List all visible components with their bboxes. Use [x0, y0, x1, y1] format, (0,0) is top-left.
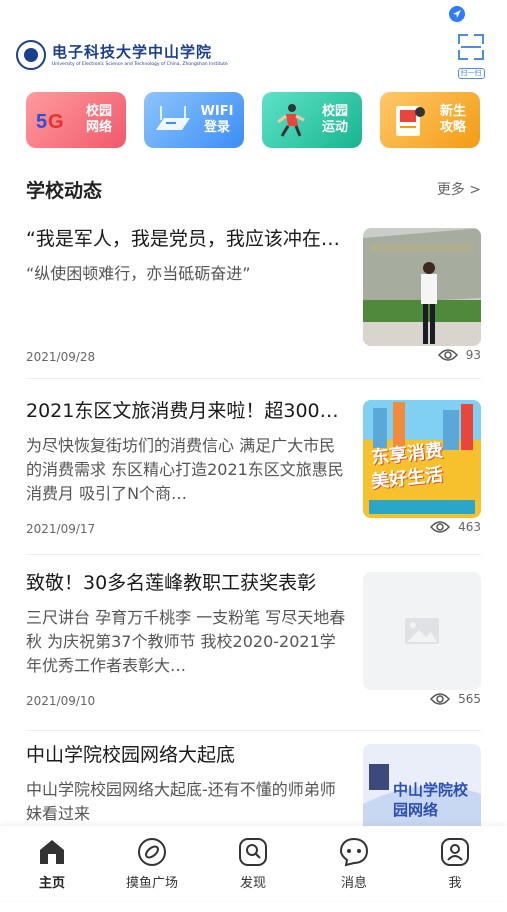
quick-link-label: 新生攻略 [439, 104, 466, 135]
scan-label: 扫一扫 [457, 68, 485, 79]
news-summary: 为尽快恢复街坊们的消费信心 满足广大市民的消费需求 东区精心打造2021东区文旅… [26, 436, 344, 503]
tab-label: 消息 [340, 876, 367, 891]
plaza-icon [138, 838, 166, 866]
news-item[interactable]: “我是军人，我是党员，我应该冲在前面” “纵使困顿难行，亦当砥砺奋进” 2021… [26, 226, 481, 396]
5g-icon: 5 G [36, 111, 64, 133]
scan-icon [458, 34, 484, 60]
tab-label: 发现 [239, 876, 266, 891]
book-icon [396, 106, 425, 136]
scan-button[interactable]: 扫一扫 [455, 34, 487, 79]
divider [26, 730, 481, 731]
news-item[interactable]: 致敬！30多名莲峰教职工获奖表彰 三尺讲台 孕育万千桃李 一支粉笔 写尽天地春秋… [26, 570, 481, 740]
runner-icon [277, 104, 305, 137]
tab-plaza[interactable]: 摸鱼广场 [112, 836, 192, 891]
home-icon [40, 840, 64, 864]
more-link[interactable]: 更多 > [437, 179, 481, 199]
news-thumbnail [363, 228, 481, 346]
bottom-tab-bar: 主页 摸鱼广场 发现 消息 我 [0, 826, 507, 900]
quick-links: 5 G 校园网络 WIFI登录 校园运动 新生攻略 [26, 92, 481, 150]
eye-icon [430, 693, 451, 705]
tab-label: 主页 [38, 876, 65, 891]
image-placeholder-icon [405, 618, 439, 644]
news-views: 565 [430, 692, 481, 706]
thumbnail-caption: 中山学院校园网络 [393, 781, 469, 819]
news-date: 2021/09/28 [26, 350, 96, 364]
tab-profile[interactable]: 我 [415, 836, 495, 891]
divider [26, 378, 481, 379]
tab-home[interactable]: 主页 [12, 836, 92, 891]
image-placeholder [363, 572, 481, 690]
news-summary: “纵使困顿难行，亦当砥砺奋进” [26, 264, 251, 283]
quick-link-campus-sports[interactable]: 校园运动 [262, 92, 362, 148]
svg-text:G: G [48, 111, 64, 133]
tab-label: 我 [448, 876, 462, 891]
router-icon [156, 106, 190, 130]
school-logo: 电子科技大学中山学院 University of Electronic Scie… [16, 40, 228, 70]
quick-link-label: WIFI登录 [200, 104, 234, 135]
profile-icon [441, 838, 469, 866]
location-arrow-icon [449, 6, 465, 22]
news-title: 中山学院校园网络大起底 [26, 744, 236, 766]
svg-text:5: 5 [36, 111, 47, 133]
quick-link-freshman-guide[interactable]: 新生攻略 [380, 92, 480, 148]
logo-chinese-name: 电子科技大学中山学院 [52, 42, 213, 61]
news-title: 致敬！30多名莲峰教职工获奖表彰 [26, 572, 317, 594]
view-count: 463 [458, 520, 481, 534]
news-title: 2021东区文旅消费月来啦！超3000万消费券 [26, 400, 342, 422]
news-views: 93 [437, 348, 481, 362]
news-title: “我是军人，我是党员，我应该冲在前面” [26, 228, 342, 250]
app-header: 电子科技大学中山学院 University of Electronic Scie… [14, 30, 493, 82]
school-news-header: 学校动态 更多 > [26, 176, 481, 204]
school-seal-icon [16, 40, 46, 70]
divider [26, 554, 481, 555]
quick-link-label: 校园运动 [321, 104, 348, 135]
tab-messages[interactable]: 消息 [314, 836, 394, 891]
quick-link-label: 校园网络 [85, 104, 112, 135]
news-date: 2021/09/10 [26, 694, 96, 708]
section-title: 学校动态 [26, 180, 103, 202]
news-summary: 三尺讲台 孕育万千桃李 一支粉笔 写尽天地春秋 为庆祝第37个教师节 我校202… [26, 608, 346, 675]
discover-icon [239, 838, 267, 866]
view-count: 93 [465, 348, 481, 362]
news-thumbnail: 东享消费 美好生活 [363, 400, 481, 518]
tab-label: 摸鱼广场 [125, 876, 178, 891]
tab-discover[interactable]: 发现 [213, 836, 293, 891]
news-item[interactable]: 2021东区文旅消费月来啦！超3000万消费券 为尽快恢复街坊们的消费信心 满足… [26, 398, 481, 568]
news-date: 2021/09/17 [26, 522, 96, 536]
quick-link-wifi-login[interactable]: WIFI登录 [144, 92, 244, 148]
news-views: 463 [430, 520, 481, 534]
eye-icon [430, 521, 451, 533]
eye-icon [437, 349, 458, 361]
quick-link-campus-network[interactable]: 5 G 校园网络 [26, 92, 126, 148]
logo-english-name: University of Electronic Science and Tec… [52, 61, 228, 67]
view-count: 565 [458, 692, 481, 706]
news-summary: 中山学院校园网络大起底-还有不懂的师弟师妹看过来 [26, 780, 336, 823]
message-icon [339, 837, 369, 867]
